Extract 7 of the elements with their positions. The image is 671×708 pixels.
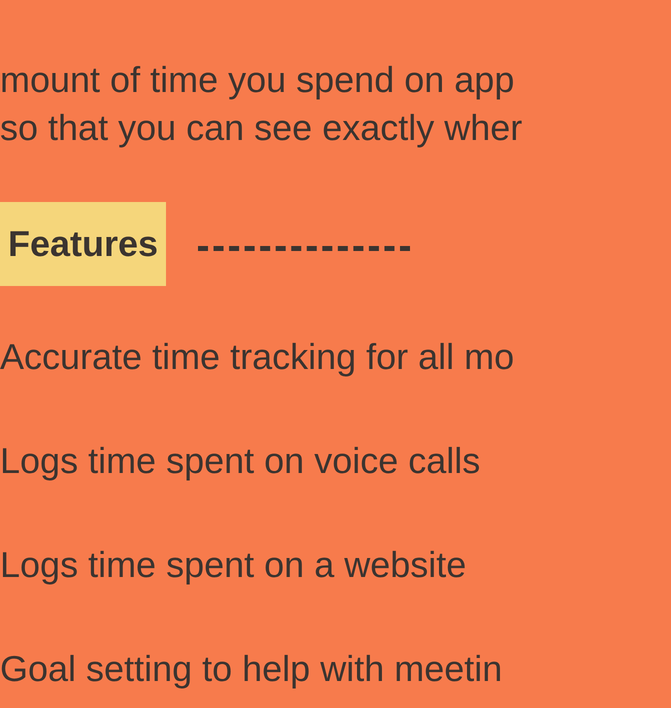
feature-item: Goal setting to help with meetin [0, 647, 502, 691]
feature-item: Logs time spent on a website [0, 543, 466, 587]
feature-item: Logs time spent on voice calls [0, 439, 480, 483]
section-heading: Features [0, 202, 166, 286]
intro-text: so that you can see exactly wher [0, 106, 522, 150]
feature-item: Accurate time tracking for all mo [0, 335, 514, 379]
intro-text: mount of time you spend on app [0, 58, 514, 102]
